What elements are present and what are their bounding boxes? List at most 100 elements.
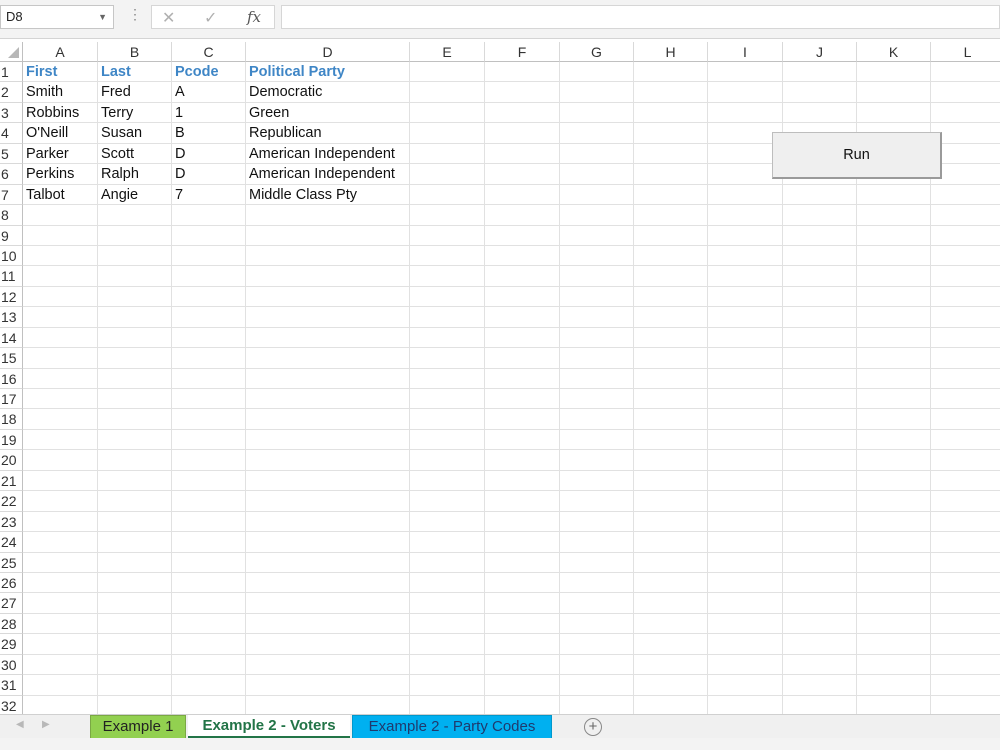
column-header-j[interactable]: J (783, 42, 857, 62)
row-header-13[interactable]: 13 (0, 307, 23, 328)
header-cell-a1[interactable]: First (23, 62, 57, 82)
cell-a6[interactable]: Perkins (23, 164, 74, 184)
cell-b3[interactable]: Terry (98, 103, 133, 123)
cell-c2[interactable]: A (172, 82, 185, 102)
row-gridline (23, 428, 1000, 430)
row-header-2[interactable]: 2 (0, 82, 23, 103)
row-header-20[interactable]: 20 (0, 450, 23, 471)
row-header-7[interactable]: 7 (0, 184, 23, 206)
row-header-32[interactable]: 32 (0, 695, 23, 714)
cell-d2[interactable]: Democratic (246, 82, 322, 102)
column-header-f[interactable]: F (485, 42, 560, 62)
add-sheet-icon[interactable]: + (584, 718, 602, 736)
header-cell-c1[interactable]: Pcode (172, 62, 219, 82)
cell-c5[interactable]: D (172, 144, 185, 164)
row-gridline (23, 347, 1000, 349)
row-header-26[interactable]: 26 (0, 573, 23, 594)
row-header-11[interactable]: 11 (0, 266, 23, 287)
next-sheet-icon[interactable]: ▶ (42, 719, 50, 730)
row-header-15[interactable]: 15 (0, 348, 23, 369)
row-header-18[interactable]: 18 (0, 409, 23, 430)
column-header-d[interactable]: D (246, 42, 410, 62)
row-gridline (23, 244, 1000, 246)
row-gridline (23, 81, 1000, 83)
cell-d4[interactable]: Republican (246, 123, 322, 143)
name-box[interactable]: D8 ▼ (0, 5, 114, 29)
column-header-k[interactable]: K (857, 42, 931, 62)
cell-a4[interactable]: O'Neill (23, 123, 68, 143)
row-header-27[interactable]: 27 (0, 593, 23, 614)
row-header-19[interactable]: 19 (0, 429, 23, 451)
column-header-h[interactable]: H (634, 42, 708, 62)
header-cell-d1[interactable]: Political Party (246, 62, 345, 82)
row-header-28[interactable]: 28 (0, 613, 23, 635)
row-header-21[interactable]: 21 (0, 470, 23, 492)
formula-bar: D8 ▼ ⋮ ✕ ✓ fx (0, 0, 1000, 39)
cell-d5[interactable]: American Independent (246, 144, 395, 164)
row-header-25[interactable]: 25 (0, 552, 23, 573)
tab-example-2-voters[interactable]: Example 2 - Voters (188, 715, 350, 739)
insert-function-icon[interactable]: fx (247, 8, 261, 26)
column-header-c[interactable]: C (172, 42, 246, 62)
enter-icon[interactable]: ✓ (204, 8, 217, 28)
cell-c4[interactable]: B (172, 123, 185, 143)
cell-d6[interactable]: American Independent (246, 164, 395, 184)
cell-c7[interactable]: 7 (172, 185, 183, 205)
row-header-8[interactable]: 8 (0, 205, 23, 226)
column-header-a[interactable]: A (23, 42, 98, 62)
row-header-30[interactable]: 30 (0, 654, 23, 676)
tab-example-2-party-codes[interactable]: Example 2 - Party Codes (352, 715, 552, 739)
column-header-l[interactable]: L (931, 42, 1000, 62)
cell-a3[interactable]: Robbins (23, 103, 79, 123)
row-gridline (23, 694, 1000, 696)
column-header-b[interactable]: B (98, 42, 172, 62)
cell-d3[interactable]: Green (246, 103, 289, 123)
column-header-e[interactable]: E (410, 42, 485, 62)
cell-b4[interactable]: Susan (98, 123, 142, 143)
cell-a5[interactable]: Parker (23, 144, 69, 164)
worksheet-grid[interactable]: ABCDEFGHIJKL 1 2 3 4 5 6 7 8 9 10 11 12 13 14 15 16 17 18… (0, 42, 1000, 714)
cell-c3[interactable]: 1 (172, 103, 183, 123)
column-header-i[interactable]: I (708, 42, 783, 62)
formula-input[interactable] (281, 5, 1000, 29)
more-options-icon[interactable]: ⋮ (128, 6, 142, 23)
row-gridline (23, 592, 1000, 594)
cell-d7[interactable]: Middle Class Pty (246, 185, 357, 205)
chevron-down-icon[interactable]: ▼ (98, 6, 107, 28)
name-box-value: D8 (6, 9, 23, 24)
row-header-31[interactable]: 31 (0, 675, 23, 696)
prev-sheet-icon[interactable]: ◀ (16, 719, 24, 730)
row-header-3[interactable]: 3 (0, 102, 23, 124)
cell-b5[interactable]: Scott (98, 144, 134, 164)
row-gridline (23, 674, 1000, 676)
select-all-corner[interactable] (0, 42, 23, 62)
cancel-icon[interactable]: ✕ (162, 8, 175, 28)
header-cell-b1[interactable]: Last (98, 62, 131, 82)
row-header-10[interactable]: 10 (0, 245, 23, 267)
row-header-14[interactable]: 14 (0, 327, 23, 349)
cell-b2[interactable]: Fred (98, 82, 131, 102)
row-header-4[interactable]: 4 (0, 123, 23, 144)
row-header-16[interactable]: 16 (0, 368, 23, 390)
row-header-9[interactable]: 9 (0, 225, 23, 246)
row-header-22[interactable]: 22 (0, 491, 23, 512)
row-header-5[interactable]: 5 (0, 143, 23, 165)
column-header-g[interactable]: G (560, 42, 634, 62)
row-header-17[interactable]: 17 (0, 389, 23, 410)
cell-b7[interactable]: Angie (98, 185, 138, 205)
cell-a7[interactable]: Talbot (23, 185, 65, 205)
row-header-6[interactable]: 6 (0, 164, 23, 185)
row-gridline (23, 388, 1000, 390)
row-gridline (23, 285, 1000, 287)
cell-a2[interactable]: Smith (23, 82, 63, 102)
row-header-12[interactable]: 12 (0, 286, 23, 308)
run-button[interactable]: Run (772, 132, 942, 179)
row-header-23[interactable]: 23 (0, 511, 23, 533)
row-header-29[interactable]: 29 (0, 634, 23, 655)
tab-example-1[interactable]: Example 1 (90, 715, 186, 739)
cell-b6[interactable]: Ralph (98, 164, 139, 184)
row-gridline (23, 449, 1000, 451)
row-header-1[interactable]: 1 (0, 62, 23, 83)
cell-c6[interactable]: D (172, 164, 185, 184)
row-header-24[interactable]: 24 (0, 532, 23, 553)
